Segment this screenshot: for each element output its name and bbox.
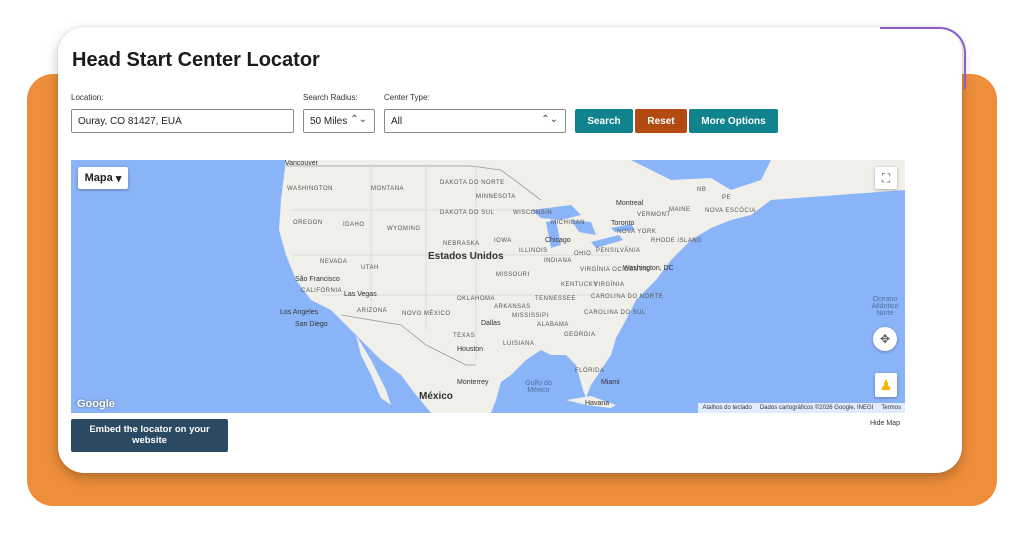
state-label: NOVO MÉXICO	[402, 311, 451, 317]
state-label: CAROLINA DO NORTE	[591, 294, 664, 300]
city-label: Havana	[585, 400, 610, 407]
center-type-label: Center Type:	[384, 93, 430, 102]
state-label: OREGON	[293, 220, 323, 226]
select-arrows-icon: ⌃⌄	[541, 114, 558, 125]
reset-button[interactable]: Reset	[635, 109, 687, 133]
embed-locator-button[interactable]: Embed the locator on your website	[71, 419, 228, 452]
radius-label: Search Radius:	[303, 93, 358, 102]
select-arrows-icon: ⌃⌄	[350, 114, 367, 125]
page-title: Head Start Center Locator	[72, 49, 320, 71]
city-label: Chicago	[545, 237, 571, 244]
search-radius-select[interactable]: 50 Miles ⌃⌄	[303, 109, 375, 133]
city-label: Washington, DC	[623, 265, 674, 272]
search-radius-value: 50 Miles	[310, 115, 348, 127]
state-label: WISCONSIN	[513, 210, 553, 216]
city-label: Dallas	[481, 320, 501, 327]
state-label: ARIZONA	[357, 308, 388, 314]
state-label: CAROLINA DO SUL	[584, 310, 646, 316]
center-type-select[interactable]: All ⌃⌄	[384, 109, 566, 133]
state-label: WYOMING	[387, 226, 421, 232]
state-label: NEVADA	[320, 259, 348, 265]
hide-map-link[interactable]: Hide Map	[870, 420, 900, 427]
state-label: OKLAHOMA	[457, 296, 496, 302]
location-input-value: Ouray, CO 81427, EUA	[78, 115, 182, 127]
keyboard-shortcuts-link[interactable]: Atalhos do teclado	[702, 405, 751, 411]
state-label: OHIO	[574, 251, 592, 257]
state-label: PE	[722, 195, 732, 201]
google-logo: Google	[77, 398, 115, 410]
state-label: UTAH	[361, 265, 379, 271]
ocean-label-gulf: Golfo do México	[525, 380, 552, 394]
pegman-icon[interactable]: ♟	[875, 373, 897, 397]
state-label: NOVA YORK	[617, 229, 657, 235]
state-label: DAKOTA DO SUL	[440, 210, 495, 216]
state-label: MISSISSIPI	[512, 313, 549, 319]
terms-link[interactable]: Termos	[881, 405, 901, 411]
state-label: WASHINGTON	[287, 186, 334, 192]
state-label: MISSOURI	[496, 272, 530, 278]
city-label: Houston	[457, 346, 484, 353]
state-label: MINNESOTA	[476, 194, 516, 200]
state-label: MICHIGAN	[551, 220, 585, 226]
city-label: São Francisco	[295, 276, 340, 283]
center-type-value: All	[391, 115, 403, 127]
country-label-mexico: México	[419, 391, 453, 402]
ocean-label-atlantic: Oceano Atlântico Norte	[871, 296, 899, 317]
location-input[interactable]: Ouray, CO 81427, EUA	[71, 109, 294, 133]
state-label: GEÓRGIA	[564, 332, 596, 338]
state-label: PENSILVÂNIA	[596, 248, 641, 254]
city-label: Toronto	[611, 220, 635, 227]
search-button[interactable]: Search	[575, 109, 633, 133]
card-accent-border	[880, 27, 966, 89]
state-label: TEXAS	[453, 333, 476, 339]
map[interactable]: Mapa ▾ ⛶ ✥ ♟ Estados Unidos México Ocean…	[71, 160, 905, 413]
state-label: DAKOTA DO NORTE	[440, 180, 505, 186]
state-label: FLÓRIDA	[575, 368, 605, 374]
city-label: San Diego	[295, 321, 328, 328]
state-label: RHODE ISLAND	[651, 238, 703, 244]
map-type-label: Mapa	[84, 172, 113, 184]
city-label: Vancouver	[285, 160, 318, 167]
state-label: CALIFÓRNIA	[301, 288, 343, 294]
state-label: IDAHO	[343, 222, 365, 228]
city-label: Los Angeles	[280, 309, 319, 316]
city-label: Montreal	[616, 200, 644, 207]
state-label: LUISIANA	[503, 341, 535, 347]
state-label: ARKANSAS	[494, 304, 531, 310]
map-type-button[interactable]: Mapa ▾	[78, 167, 128, 189]
state-label: NOVA ESCÓCIA	[705, 208, 756, 214]
state-label: MAINE	[669, 207, 691, 213]
city-label: Monterrey	[457, 379, 489, 386]
more-options-button[interactable]: More Options	[689, 109, 778, 133]
map-data-attribution: Dados cartográficos ©2026 Google, INEGI	[759, 405, 874, 411]
fullscreen-icon[interactable]: ⛶	[875, 167, 897, 189]
state-label: MONTANA	[371, 186, 405, 192]
state-label: NB	[697, 187, 707, 193]
city-label: Miami	[601, 379, 620, 386]
state-label: NEBRASKA	[443, 241, 480, 247]
city-label: Las Vegas	[344, 291, 377, 298]
state-label: ILLINOIS	[519, 248, 548, 254]
pan-icon[interactable]: ✥	[873, 327, 897, 351]
state-label: INDIANA	[544, 258, 572, 264]
location-label: Location:	[71, 93, 104, 102]
state-label: VIRGÍNIA	[594, 282, 625, 288]
state-label: IOWA	[494, 238, 512, 244]
state-label: ALABAMA	[537, 322, 569, 328]
map-footer: Atalhos do teclado Dados cartográficos ©…	[698, 403, 905, 413]
state-label: VERMONT	[637, 212, 671, 218]
state-label: KENTUCKY	[561, 282, 598, 288]
country-label-usa: Estados Unidos	[428, 251, 504, 262]
state-label: TENNESSEE	[535, 296, 576, 302]
